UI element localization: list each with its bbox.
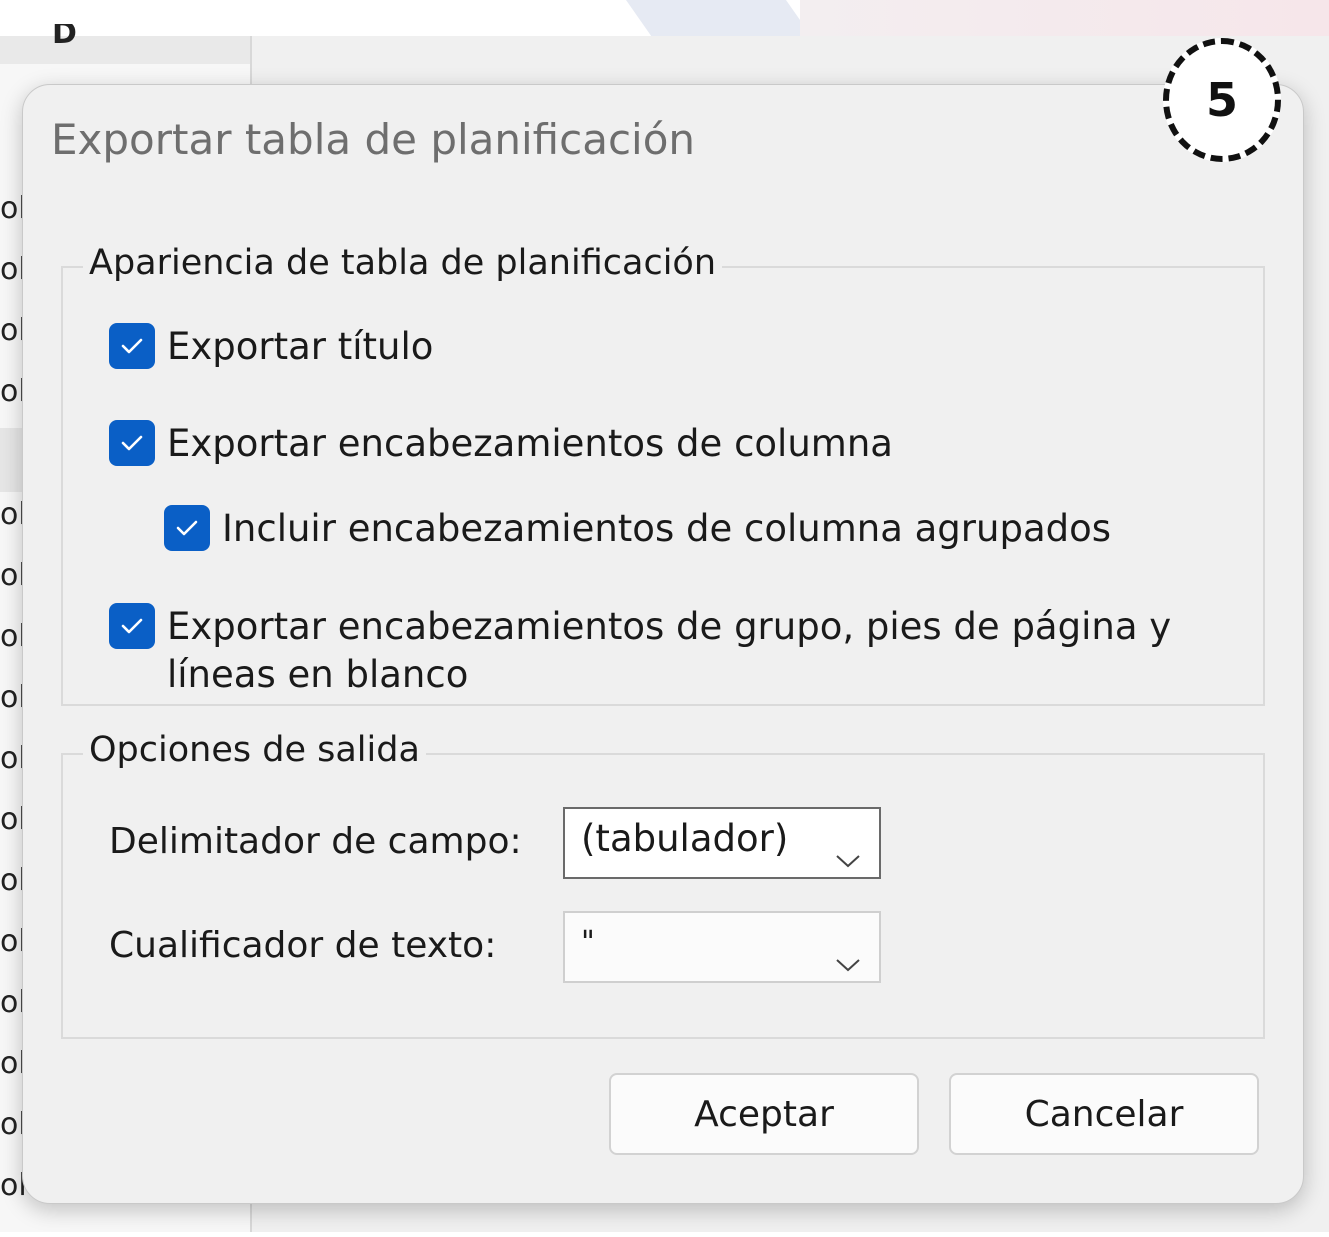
text-qualifier-value: " (581, 925, 595, 960)
background-top-letter: D (52, 24, 77, 44)
background-row-glyph: ol (0, 619, 27, 654)
export-title-label: Exportar título (167, 325, 434, 368)
background-row-glyph: ol (0, 1107, 27, 1142)
appearance-group-legend: Apariencia de tabla de planificación (83, 243, 723, 283)
background-row-glyph: ol (0, 497, 27, 532)
background-row-glyph: ol (0, 374, 27, 409)
background-row-glyph: ol (0, 680, 27, 715)
background-row-glyph: ol (0, 924, 27, 959)
background-decor-blue (625, 0, 815, 40)
output-options-group-legend: Opciones de salida (83, 730, 426, 770)
export-column-headers-label: Exportar encabezamientos de columna (167, 422, 893, 465)
export-group-headers-footers-checkbox[interactable]: Exportar encabezamientos de grupo, pies … (109, 603, 1229, 699)
background-row-glyph: ol (0, 191, 27, 226)
field-delimiter-label: Delimitador de campo: (109, 821, 522, 862)
export-schedule-dialog: Exportar tabla de planificación Aparienc… (22, 84, 1304, 1204)
background-row-glyph: ol (0, 313, 27, 348)
field-delimiter-value: (tabulador) (581, 817, 789, 860)
dialog-title: Exportar tabla de planificación (51, 115, 696, 164)
export-group-headers-footers-label: Exportar encabezamientos de grupo, pies … (167, 605, 1172, 696)
include-grouped-headers-label: Incluir encabezamientos de columna agrup… (222, 507, 1112, 550)
background-row-glyph: ol (0, 1046, 27, 1081)
chevron-down-icon (835, 939, 861, 982)
background-row-glyph: ol (0, 985, 27, 1020)
checkbox-checked-icon (109, 603, 155, 649)
checkbox-checked-icon (109, 323, 155, 369)
background-row-glyph: ol (0, 252, 27, 287)
checkbox-checked-icon (109, 420, 155, 466)
include-grouped-headers-checkbox[interactable]: Incluir encabezamientos de columna agrup… (164, 505, 1111, 553)
checkbox-checked-icon (164, 505, 210, 551)
export-title-checkbox[interactable]: Exportar título (109, 323, 433, 371)
text-qualifier-label: Cualificador de texto: (109, 925, 497, 966)
output-options-group (61, 753, 1265, 1039)
background-row-glyph: ol (0, 863, 27, 898)
step-number-badge: 5 (1163, 38, 1281, 162)
cancel-button[interactable]: Cancelar (949, 1073, 1259, 1155)
ok-button[interactable]: Aceptar (609, 1073, 919, 1155)
chevron-down-icon (835, 835, 861, 878)
background-header-row (0, 36, 250, 64)
background-row-glyph: ol (0, 1168, 27, 1203)
background-row-glyph: ol (0, 802, 27, 837)
export-column-headers-checkbox[interactable]: Exportar encabezamientos de columna (109, 420, 893, 468)
background-row-glyph: ol (0, 558, 27, 593)
text-qualifier-select[interactable]: " (563, 911, 881, 983)
background-row-glyph: ol (0, 741, 27, 776)
field-delimiter-select[interactable]: (tabulador) (563, 807, 881, 879)
